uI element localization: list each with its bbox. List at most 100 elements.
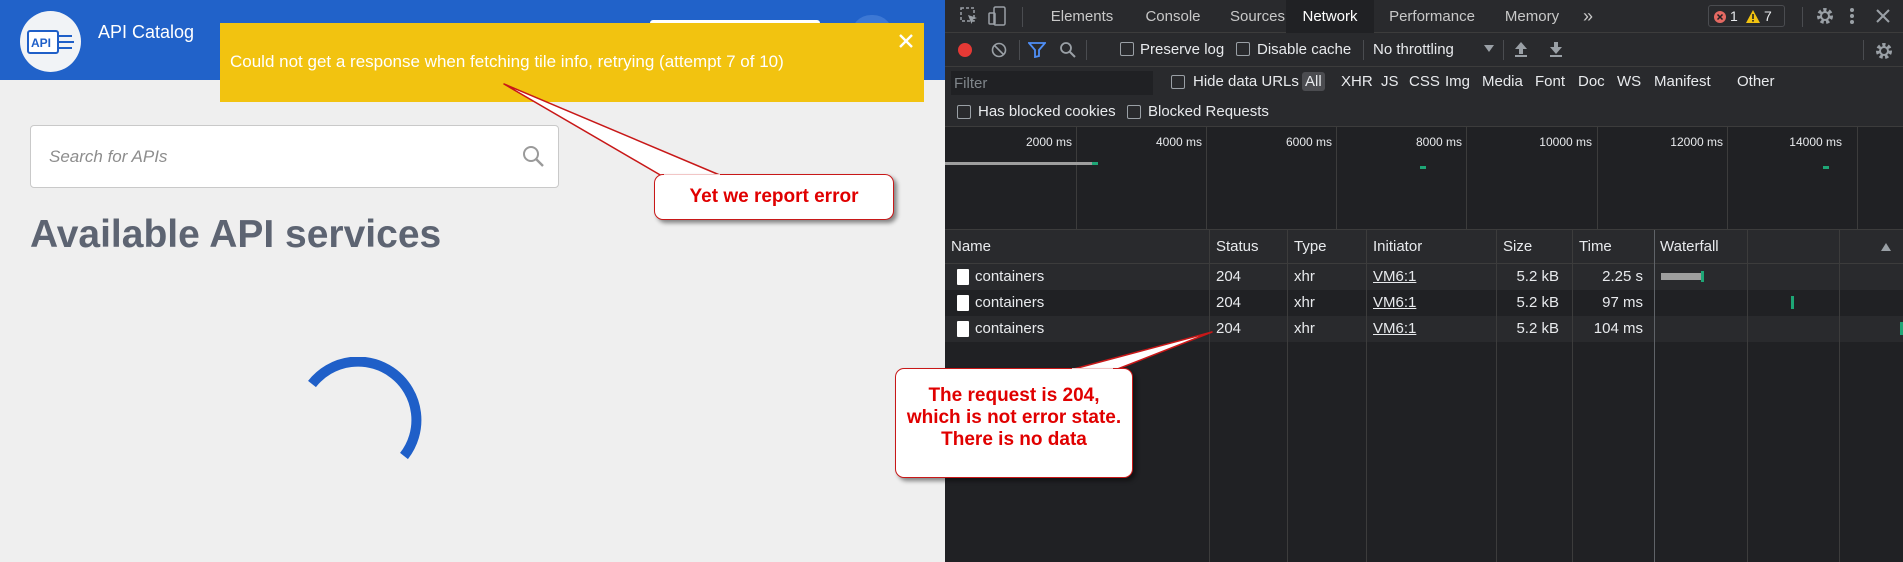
network-toolbar: Preserve log Disable cache No throttling [945, 33, 1903, 67]
callout-line: which is not error state. [906, 407, 1122, 428]
settings-gear-icon[interactable] [1815, 6, 1835, 26]
filter-icon[interactable] [1028, 42, 1046, 58]
hide-data-urls-label: Hide data URLs [1193, 73, 1299, 90]
app-logo[interactable]: API [20, 11, 81, 72]
throttling-select[interactable]: No throttling [1373, 41, 1454, 58]
more-options-icon[interactable] [1847, 6, 1857, 26]
disable-cache-checkbox[interactable] [1236, 42, 1250, 56]
callout-line: There is no data [941, 429, 1087, 450]
filter-type-other[interactable]: Other [1737, 73, 1775, 90]
request-initiator-link[interactable]: VM6:1 [1373, 320, 1416, 337]
has-blocked-cookies-label: Has blocked cookies [978, 103, 1116, 120]
issues-counter[interactable]: 1 7 [1708, 5, 1785, 27]
network-settings-icon[interactable] [1874, 41, 1894, 61]
sort-ascending-icon[interactable] [1881, 243, 1891, 251]
has-blocked-cookies-checkbox[interactable] [957, 105, 971, 119]
hide-data-urls-checkbox[interactable] [1171, 75, 1185, 89]
request-initiator-link[interactable]: VM6:1 [1373, 268, 1416, 285]
annotation-callout-error: Yet we report error [654, 174, 894, 220]
request-status: 204 [1216, 320, 1242, 337]
blocked-requests-checkbox[interactable] [1127, 105, 1141, 119]
close-icon[interactable] [896, 31, 916, 51]
network-filter-bar: Hide data URLs All XHR JS CSS Img Media … [945, 67, 1903, 127]
search-input[interactable] [49, 146, 469, 168]
request-type: xhr [1294, 320, 1315, 337]
filter-type-manifest[interactable]: Manifest [1654, 73, 1711, 90]
inspect-element-icon[interactable] [959, 6, 979, 26]
column-name[interactable]: Name [951, 238, 991, 255]
more-tabs-button[interactable]: » [1575, 0, 1601, 33]
svg-text:API: API [31, 36, 51, 50]
filter-type-media[interactable]: Media [1482, 73, 1523, 90]
table-row[interactable]: containers 204 xhr VM6:1 5.2 kB 97 ms [945, 290, 1903, 316]
filter-type-img[interactable]: Img [1445, 73, 1470, 90]
error-count: 1 [1730, 8, 1738, 24]
app-title: API Catalog [98, 22, 195, 42]
request-status: 204 [1216, 268, 1242, 285]
document-icon [957, 321, 969, 337]
disable-cache-label: Disable cache [1257, 41, 1352, 58]
search-network-icon[interactable] [1059, 41, 1077, 59]
page-title: Available API services [30, 213, 442, 256]
tab-elements[interactable]: Elements [1034, 0, 1130, 33]
export-har-icon[interactable] [1548, 40, 1564, 58]
request-time: 104 ms [1593, 320, 1643, 337]
clear-icon[interactable] [991, 42, 1007, 58]
overview-request-bar [1823, 166, 1829, 169]
column-status[interactable]: Status [1216, 238, 1259, 255]
warning-icon [1746, 10, 1760, 23]
filter-type-ws[interactable]: WS [1617, 73, 1641, 90]
network-overview-timeline[interactable]: 2000 ms 4000 ms 6000 ms 8000 ms 10000 ms… [945, 127, 1903, 230]
filter-type-doc[interactable]: Doc [1578, 73, 1605, 90]
document-icon [957, 295, 969, 311]
close-devtools-icon[interactable] [1875, 8, 1891, 24]
overview-request-bar [1420, 166, 1426, 169]
chevron-down-icon[interactable] [1484, 45, 1494, 53]
waterfall-bar [1701, 271, 1704, 282]
tab-network[interactable]: Network [1286, 0, 1374, 33]
device-toolbar-icon[interactable] [987, 5, 1009, 27]
overview-request-bar [945, 162, 1092, 165]
import-har-icon[interactable] [1513, 40, 1529, 58]
request-name: containers [975, 320, 1045, 337]
request-name: containers [975, 268, 1045, 285]
overview-tick: 4000 ms [1155, 135, 1202, 149]
column-size[interactable]: Size [1503, 238, 1532, 255]
tab-memory[interactable]: Memory [1489, 0, 1575, 33]
preserve-log-checkbox[interactable] [1120, 42, 1134, 56]
filter-type-font[interactable]: Font [1535, 73, 1565, 90]
column-type[interactable]: Type [1294, 238, 1327, 255]
tab-performance[interactable]: Performance [1375, 0, 1489, 33]
loading-spinner-icon [308, 357, 422, 460]
table-row[interactable]: containers 204 xhr VM6:1 5.2 kB 2.25 s [945, 264, 1903, 290]
error-notification: Could not get a response when fetching t… [220, 23, 924, 102]
filter-type-xhr[interactable]: XHR [1341, 73, 1373, 90]
overview-tick: 6000 ms [1285, 135, 1332, 149]
filter-type-all[interactable]: All [1302, 72, 1325, 91]
document-icon [957, 269, 969, 285]
column-waterfall[interactable]: Waterfall [1660, 238, 1719, 255]
error-icon [1714, 11, 1726, 23]
filter-type-js[interactable]: JS [1381, 73, 1399, 90]
column-time[interactable]: Time [1579, 238, 1612, 255]
blocked-requests-label: Blocked Requests [1148, 103, 1269, 120]
overview-tick: 12000 ms [1670, 135, 1723, 149]
request-type: xhr [1294, 294, 1315, 311]
request-initiator-link[interactable]: VM6:1 [1373, 294, 1416, 311]
overview-tick: 10000 ms [1539, 135, 1592, 149]
filter-type-css[interactable]: CSS [1409, 73, 1440, 90]
annotation-callout-status: The request is 204, which is not error s… [895, 368, 1133, 478]
filter-input[interactable] [951, 71, 1153, 95]
record-icon[interactable] [957, 42, 973, 58]
api-logo-icon: API [26, 29, 74, 54]
notification-message: Could not get a response when fetching t… [230, 52, 784, 71]
callout-line: The request is 204, [928, 385, 1100, 406]
column-initiator[interactable]: Initiator [1373, 238, 1422, 255]
search-icon[interactable] [521, 144, 545, 168]
overview-tick: 8000 ms [1415, 135, 1462, 149]
request-time: 97 ms [1602, 294, 1643, 311]
table-row[interactable]: containers 204 xhr VM6:1 5.2 kB 104 ms [945, 316, 1903, 342]
warning-count: 7 [1764, 8, 1772, 24]
tab-console[interactable]: Console [1130, 0, 1216, 33]
preserve-log-label: Preserve log [1140, 41, 1225, 58]
